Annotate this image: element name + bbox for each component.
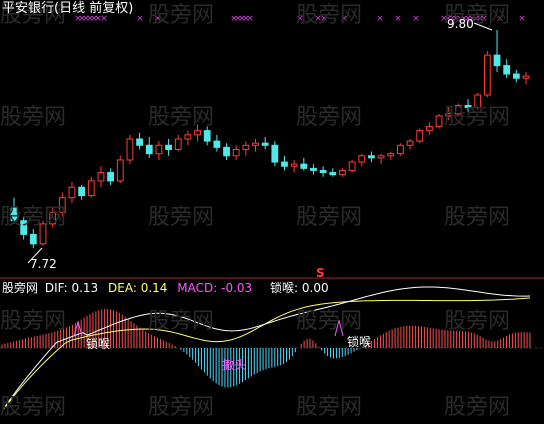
watermark: 股旁网 [444, 105, 511, 130]
candle-body [397, 144, 404, 155]
candle-body [242, 144, 250, 150]
dif-label: DIF: [44, 281, 68, 295]
signal-x-mark: × [136, 14, 144, 24]
candle-body [503, 65, 511, 75]
watermark: 股旁网 [444, 395, 511, 420]
candle-body [184, 134, 192, 140]
low-price-label: 7.72 [30, 257, 57, 271]
candle-body [339, 169, 346, 176]
candle-body [223, 146, 230, 157]
candle-body [203, 130, 211, 142]
watermark: 股旁网 [296, 105, 363, 130]
watermark: 股旁网 [0, 309, 67, 334]
candle-body [310, 167, 317, 171]
watermark: 股旁网 [148, 309, 215, 334]
candle-body [97, 172, 105, 182]
candle-body [368, 155, 375, 159]
candle-body [319, 169, 327, 174]
dea-value: 0.14 [140, 281, 168, 295]
signal-x-mark: × [412, 14, 420, 24]
signal-x-mark: × [246, 14, 254, 24]
candle-body [155, 144, 163, 155]
candle-body [232, 148, 240, 157]
candle-body [483, 54, 491, 96]
candle-body [261, 142, 269, 146]
watermark: 股旁网 [296, 205, 363, 230]
candle-body [107, 172, 115, 182]
chart-title: 平安银行(日线 前复权) [2, 1, 134, 16]
candle-body [329, 172, 337, 176]
watermark: 股旁网 [148, 205, 215, 230]
candle-body [348, 161, 356, 171]
watermark: 股旁网 [296, 3, 363, 28]
candle-body [300, 163, 308, 169]
candle-body [281, 161, 288, 167]
macd-label: MACD: [177, 281, 218, 295]
signal-x-mark: × [394, 14, 402, 24]
indicator-header: 股旁网 DIF: 0.13 DEA: 0.14 MACD: -0.03 锁喉: … [2, 281, 329, 295]
signal-x-mark: × [376, 14, 384, 24]
candle-body [116, 159, 124, 182]
lock-annotation: 锁喉 [347, 335, 372, 349]
dea-label: DEA: [108, 281, 137, 295]
lock-label: 锁喉: [270, 281, 299, 295]
candle-body [290, 163, 298, 167]
candle-body [174, 138, 182, 150]
candle-body [512, 73, 520, 79]
watermark: 股旁网 [0, 205, 67, 230]
watermark: 股旁网 [148, 3, 215, 28]
dif-value: 0.13 [71, 281, 99, 295]
candle-body [29, 233, 37, 245]
signal-mark: S [316, 266, 325, 280]
watermark: 股旁网 [444, 309, 511, 334]
indicator-brand: 股旁网 [2, 281, 39, 295]
candle-body [165, 144, 172, 150]
exit-annotation: 撤头 [222, 358, 247, 372]
candle-body [406, 140, 414, 146]
candle-body [78, 186, 86, 197]
candle-body [425, 125, 433, 132]
candle-body [252, 142, 259, 146]
candle-body [194, 130, 201, 136]
candle-body [358, 155, 366, 163]
watermark: 股旁网 [148, 395, 215, 420]
lock-annotation: 锁喉 [86, 337, 111, 351]
candle-body [522, 75, 530, 79]
watermark: 股旁网 [296, 309, 363, 334]
candle-body [493, 54, 501, 67]
candle-body [136, 138, 143, 146]
candle-body [213, 140, 221, 148]
high-price-label: 9.80 [447, 17, 474, 31]
candle-body [126, 138, 134, 161]
candle-body [271, 144, 279, 163]
watermark: 股旁网 [444, 205, 511, 230]
candle-body [377, 155, 385, 159]
watermark: 股旁网 [0, 395, 67, 420]
candle-body [435, 115, 443, 127]
watermark: 股旁网 [296, 395, 363, 420]
macd-value: -0.03 [221, 281, 253, 295]
watermark: 股旁网 [0, 105, 67, 130]
candle-body [87, 180, 95, 197]
candle-body [68, 186, 76, 199]
lock-value: 0.00 [301, 281, 329, 295]
candle-body [387, 153, 395, 157]
signal-x-mark: × [518, 14, 526, 24]
candle-body [416, 130, 424, 142]
candle-body [145, 144, 153, 155]
watermark: 股旁网 [148, 105, 215, 130]
